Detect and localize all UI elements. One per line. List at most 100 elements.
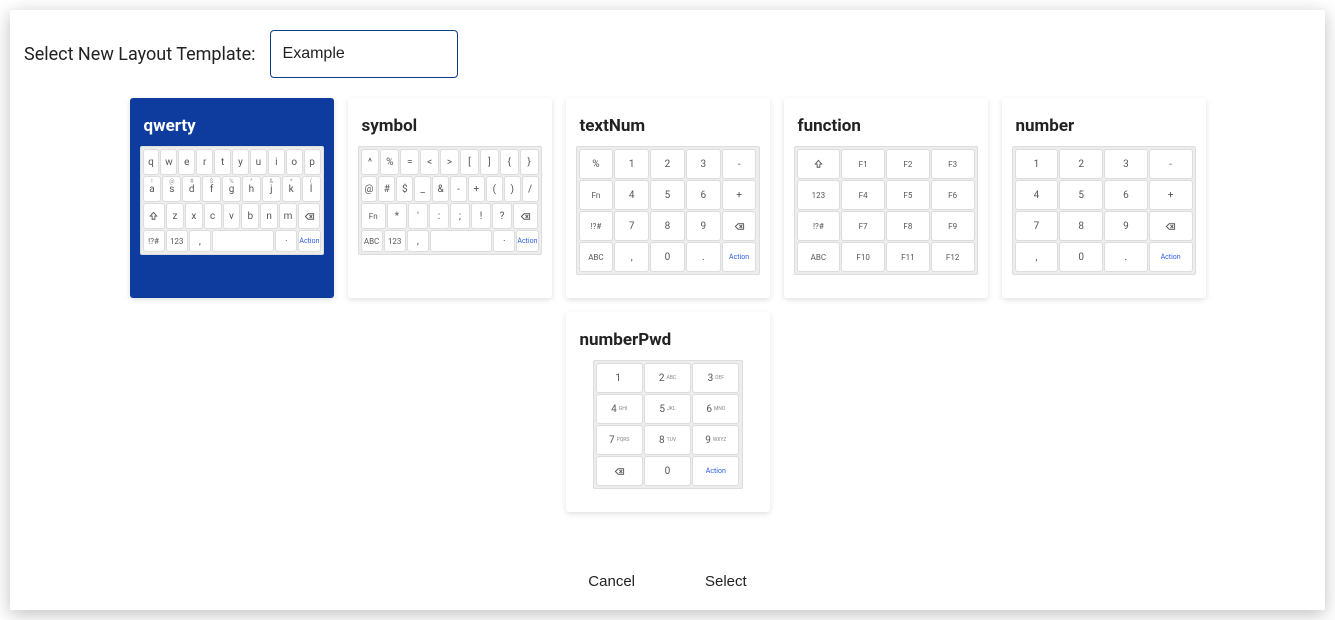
template-numberpwd[interactable]: numberPwd 1 2ABC 3DEF 4GHI 5JKL 6MNO 7PQ…	[566, 312, 770, 512]
key: {	[500, 149, 519, 175]
key: Fn	[361, 203, 386, 229]
key: %g	[222, 176, 241, 202]
key: 2ABC	[644, 363, 691, 393]
key: 1	[596, 363, 643, 393]
key: 8	[650, 211, 685, 241]
key: 6	[1104, 180, 1148, 210]
dialog-footer: Cancel Select	[10, 567, 1325, 596]
key: !a	[143, 176, 162, 202]
key: ?	[492, 203, 512, 229]
key: <	[420, 149, 439, 175]
template-qwerty[interactable]: qwerty q w e r t y u i o p !a @s #d	[130, 98, 334, 298]
key: 3	[1104, 149, 1148, 179]
key: 7	[1015, 211, 1059, 241]
key: :	[429, 203, 449, 229]
key: .	[1104, 242, 1148, 272]
key: b	[241, 203, 259, 229]
key: F12	[931, 242, 975, 272]
key: ,	[407, 230, 429, 252]
key: F2	[886, 149, 930, 179]
key: F1	[841, 149, 885, 179]
key: 0	[1059, 242, 1103, 272]
key: #d	[182, 176, 201, 202]
shift-icon	[797, 149, 841, 179]
key: F11	[886, 242, 930, 272]
key: 3	[686, 149, 721, 179]
key: 6	[686, 180, 721, 210]
key: -	[722, 149, 757, 179]
template-title: number	[1016, 116, 1196, 136]
template-symbol[interactable]: symbol ^ % = < > [ ] { } @ # $ _	[348, 98, 552, 298]
key: ABC	[797, 242, 841, 272]
select-button[interactable]: Select	[697, 567, 755, 596]
template-textnum[interactable]: textNum % 1 2 3 - Fn 4 5 6 + !?#	[566, 98, 770, 298]
key: F3	[931, 149, 975, 179]
key: ;	[450, 203, 470, 229]
key: 4	[1015, 180, 1059, 210]
template-title: function	[798, 116, 978, 136]
backspace-icon	[298, 203, 321, 229]
key: w	[160, 149, 177, 175]
key: 4	[614, 180, 649, 210]
key: @	[361, 176, 378, 202]
key: 2	[1059, 149, 1103, 179]
keyboard-preview: 1 2ABC 3DEF 4GHI 5JKL 6MNO 7PQRS 8TUV 9W…	[593, 360, 743, 489]
key: _	[414, 176, 431, 202]
key: ABC	[361, 230, 383, 252]
key: F6	[931, 180, 975, 210]
key: F9	[931, 211, 975, 241]
key: $f	[202, 176, 221, 202]
key: y	[232, 149, 249, 175]
key: o	[286, 149, 303, 175]
key: !?#	[797, 211, 841, 241]
key: m	[279, 203, 297, 229]
key: 5	[1059, 180, 1103, 210]
key: 8TUV	[644, 425, 691, 455]
keyboard-preview: ^ % = < > [ ] { } @ # $ _ & - +	[358, 146, 542, 255]
key: F10	[841, 242, 885, 272]
key: ·	[275, 230, 297, 252]
key: q	[143, 149, 160, 175]
key: (l	[302, 176, 321, 202]
key: $	[396, 176, 413, 202]
key: z	[166, 203, 184, 229]
key: ,	[189, 230, 211, 252]
template-function[interactable]: function F1 F2 F3 123 F4 F5 F6 !?# F7	[784, 98, 988, 298]
key: 5	[650, 180, 685, 210]
key: ^h	[242, 176, 261, 202]
key: -	[1149, 149, 1193, 179]
key: %	[380, 149, 399, 175]
template-name-input[interactable]	[270, 30, 458, 78]
key: (	[486, 176, 503, 202]
key: +	[468, 176, 485, 202]
backspace-icon	[596, 456, 643, 486]
key: v	[223, 203, 241, 229]
key: 6MNO	[692, 394, 739, 424]
backspace-icon	[513, 203, 538, 229]
key: F5	[886, 180, 930, 210]
key: /	[522, 176, 539, 202]
template-number[interactable]: number 1 2 3 - 4 5 6 + 7 8 9	[1002, 98, 1206, 298]
key: t	[214, 149, 231, 175]
keyboard-preview: % 1 2 3 - Fn 4 5 6 + !?# 7 8 9	[576, 146, 760, 275]
shift-icon	[143, 203, 166, 229]
key: #	[378, 176, 395, 202]
key: .	[686, 242, 721, 272]
key: @s	[162, 176, 181, 202]
key: p	[304, 149, 321, 175]
key: 3DEF	[692, 363, 739, 393]
key: 2	[650, 149, 685, 179]
key: ,	[1015, 242, 1059, 272]
key: i	[268, 149, 285, 175]
key: !	[471, 203, 491, 229]
key: F7	[841, 211, 885, 241]
template-title: textNum	[580, 116, 760, 136]
key: 9	[686, 211, 721, 241]
keyboard-preview: q w e r t y u i o p !a @s #d $f %g	[140, 146, 324, 255]
key: 9WXYZ	[692, 425, 739, 455]
header-row: Select New Layout Template:	[24, 30, 1315, 78]
cancel-button[interactable]: Cancel	[580, 567, 643, 596]
key: 1	[1015, 149, 1059, 179]
key: 0	[644, 456, 691, 486]
key-space	[212, 230, 274, 252]
